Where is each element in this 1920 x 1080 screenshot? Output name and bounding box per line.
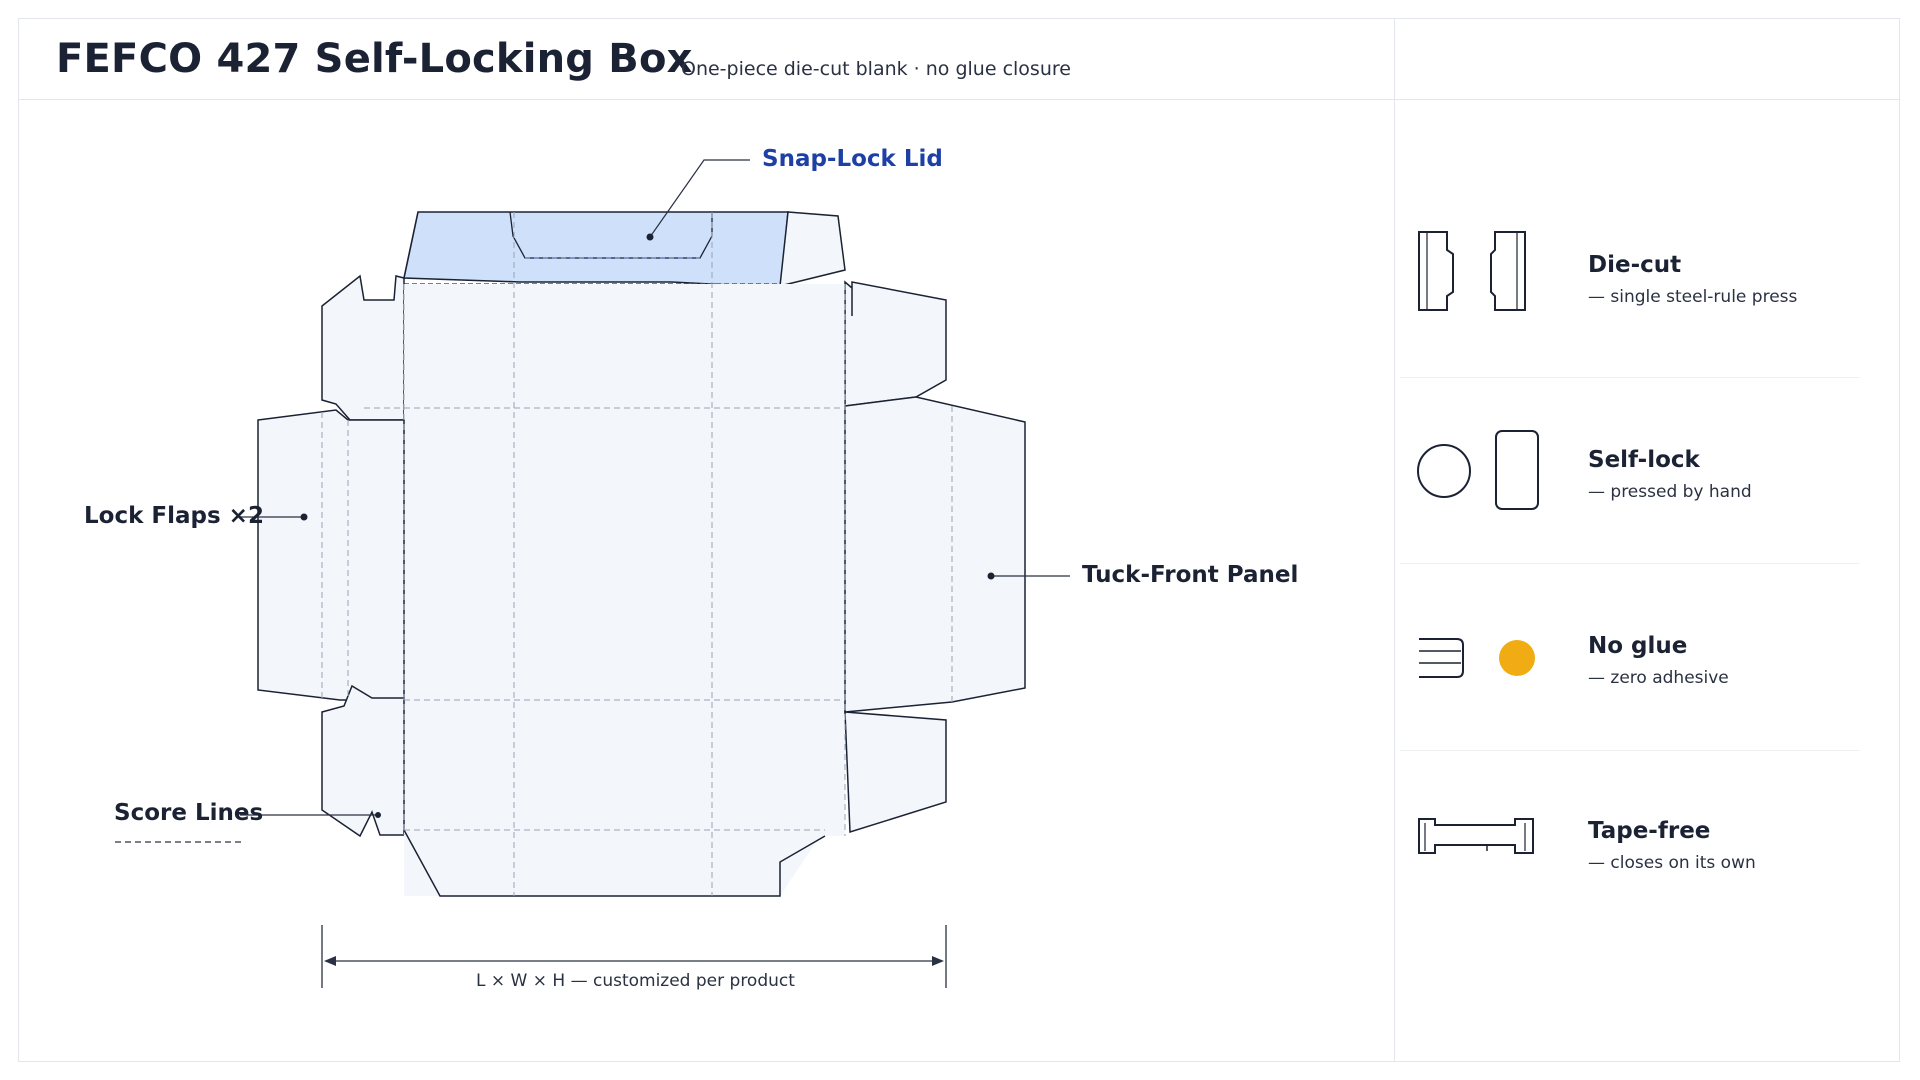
lower-right-flap: [844, 711, 947, 834]
box-blank-diagram: [115, 159, 1070, 988]
lid-anchor-dot: [646, 233, 654, 241]
feature-desc: — single steel-rule press: [1588, 287, 1798, 307]
upper-left-flap: [321, 274, 405, 421]
feature-desc: — pressed by hand: [1588, 482, 1752, 502]
lock-flaps-anchor-dot: [300, 513, 308, 521]
main-body-panels: [404, 284, 845, 896]
right-top-tab: [779, 211, 846, 287]
upper-right-flap: [844, 280, 947, 407]
lower-left-flap: [321, 684, 405, 838]
callout-score-lines: Score Lines: [114, 800, 264, 826]
tuck-front-anchor-dot: [987, 572, 995, 580]
score-anchor-dot: [375, 812, 381, 818]
callout-snap-lock-lid: Snap-Lock Lid: [762, 146, 943, 172]
bottom-panel: [404, 830, 825, 896]
tape-free-icon: [1418, 818, 1534, 854]
no-glue-icon: [1419, 638, 1535, 678]
tuck-front-panel-outline: [844, 396, 1026, 713]
feature-item-die-cut: Die-cut — single steel-rule press: [1395, 190, 1865, 376]
callout-tuck-front-panel: Tuck-Front Panel: [1082, 562, 1299, 588]
feature-item-tape-free: Tape-free — closes on its own: [1395, 750, 1865, 936]
feature-item-self-lock: Self-lock — pressed by hand: [1395, 377, 1865, 563]
feature-title: No glue: [1588, 633, 1688, 659]
snap-lock-lid: [403, 211, 789, 286]
feature-desc: — closes on its own: [1588, 853, 1756, 873]
feature-title: Self-lock: [1588, 447, 1700, 473]
dimension-label: L × W × H — customized per product: [476, 971, 795, 991]
self-lock-icon: [1417, 430, 1539, 510]
die-cut-icon: [1418, 231, 1526, 311]
feature-title: Tape-free: [1588, 818, 1711, 844]
feature-desc: — zero adhesive: [1588, 668, 1729, 688]
feature-item-no-glue: No glue — zero adhesive: [1395, 563, 1865, 749]
feature-title: Die-cut: [1588, 252, 1682, 278]
left-lock-flap: [257, 409, 405, 701]
callout-lock-flaps: Lock Flaps ×2: [84, 503, 264, 529]
